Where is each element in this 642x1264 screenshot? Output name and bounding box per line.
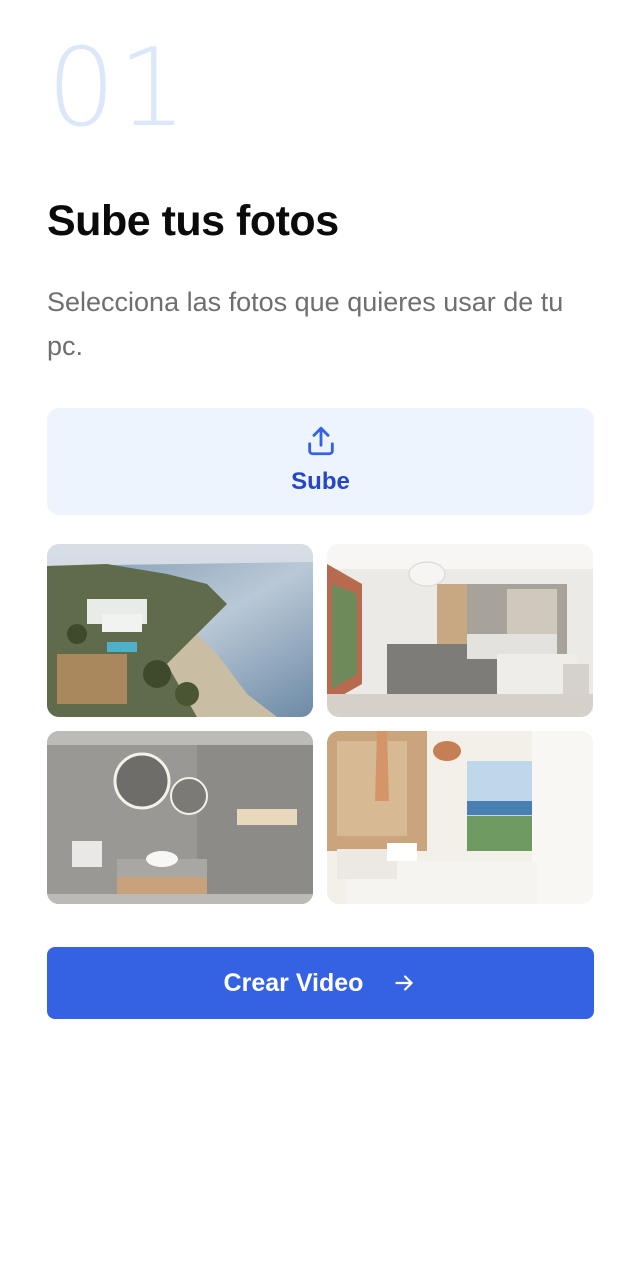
photo-bathroom-gray[interactable] — [47, 731, 313, 904]
photo-bedroom-white[interactable] — [327, 544, 593, 717]
create-video-button[interactable]: Crear Video — [47, 947, 594, 1019]
photo-coastal-aerial[interactable] — [47, 544, 313, 717]
photo-bedroom-terrace[interactable] — [327, 731, 593, 904]
create-video-label: Crear Video — [223, 968, 364, 997]
bedroom-white-image — [327, 544, 593, 717]
page-description: Selecciona las fotos que quieres usar de… — [47, 287, 564, 361]
arrow-right-icon — [395, 975, 414, 991]
upload-button-label: Sube — [291, 468, 350, 495]
coastal-aerial-image — [47, 544, 313, 717]
upload-button[interactable]: Sube — [47, 408, 594, 515]
step-number: 01 — [47, 26, 189, 151]
bedroom-terrace-image — [327, 731, 593, 904]
bathroom-gray-image — [47, 731, 313, 904]
page-title: Sube tus fotos — [47, 197, 339, 245]
upload-icon — [307, 426, 334, 456]
